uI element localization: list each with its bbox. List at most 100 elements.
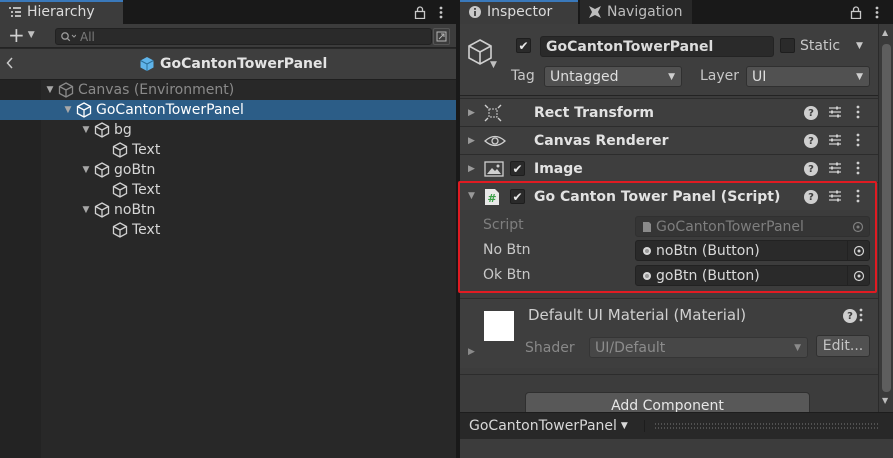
component-image[interactable]: ▶ ✔ Image ?	[460, 154, 878, 182]
tab-hierarchy-label: Hierarchy	[27, 4, 95, 20]
scroll-down-icon[interactable]: ▼	[882, 396, 888, 405]
prefab-title: GoCantonTowerPanel	[139, 56, 327, 72]
chevron-down-icon: ▼	[27, 30, 35, 40]
preset-icon[interactable]	[828, 161, 842, 175]
fold-arrow-icon[interactable]: ▶	[468, 164, 475, 174]
tree-row[interactable]: ▼ goBtn	[0, 160, 456, 180]
fold-arrow-icon[interactable]: ▶	[468, 108, 475, 118]
tree-row-label: GoCantonTowerPanel	[96, 102, 244, 118]
fold-arrow-icon[interactable]: ▶	[468, 136, 475, 146]
tree-row[interactable]: ▼ noBtn	[0, 200, 456, 220]
edit-shader-button[interactable]: Edit...	[816, 335, 870, 357]
tab-navigation[interactable]: Navigation	[580, 0, 692, 24]
shader-value: UI/Default	[595, 339, 666, 356]
component-canvas-renderer[interactable]: ▶ Canvas Renderer ?	[460, 126, 878, 154]
tab-inspector[interactable]: Inspector	[460, 0, 578, 24]
material-help-icon[interactable]: ?	[843, 309, 857, 323]
inspector-panel: Inspector Navigation ▼ ✔ GoCantonTowerPa…	[458, 0, 893, 458]
material-more-icon[interactable]	[859, 308, 863, 322]
preset-icon[interactable]	[828, 105, 842, 119]
no-btn-field[interactable]: noBtn (Button)	[635, 240, 870, 261]
object-dot-icon	[642, 246, 652, 256]
component-more-icon[interactable]	[856, 133, 860, 147]
more-vertical-icon[interactable]	[434, 4, 448, 20]
tree-row[interactable]: ▼ GoCantonTowerPanel	[0, 100, 456, 120]
static-checkbox[interactable]	[780, 38, 795, 53]
component-title: Canvas Renderer	[534, 133, 669, 149]
back-chevron-icon[interactable]	[6, 57, 14, 69]
object-name-field[interactable]: GoCantonTowerPanel	[540, 36, 774, 57]
component-rect-transform[interactable]: ▶ Rect Transform ?	[460, 98, 878, 126]
help-icon[interactable]: ?	[804, 162, 818, 176]
object-dot-icon	[642, 271, 652, 281]
no-btn-label: No Btn	[483, 242, 531, 258]
prefab-scene-bar: GoCantonTowerPanel	[0, 49, 456, 80]
expand-arrow-icon[interactable]: ▼	[44, 84, 56, 96]
icon-dropdown-chevron-icon[interactable]: ▼	[490, 60, 497, 70]
help-icon[interactable]: ?	[804, 106, 818, 120]
object-picker-icon	[847, 217, 869, 236]
image-icon	[484, 160, 504, 178]
gameobject-cube-icon	[94, 162, 110, 178]
tree-row[interactable]: ▼ bg	[0, 120, 456, 140]
preset-icon[interactable]	[828, 133, 842, 147]
tab-inspector-label: Inspector	[487, 4, 553, 20]
list-icon	[8, 6, 22, 18]
layer-dropdown[interactable]: UI ▼	[746, 66, 870, 87]
help-icon[interactable]: ?	[804, 134, 818, 148]
tree-row[interactable]: Text	[0, 140, 456, 160]
active-checkbox[interactable]: ✔	[516, 38, 531, 53]
component-more-icon[interactable]	[856, 105, 860, 119]
lock-icon[interactable]	[413, 4, 427, 20]
static-dropdown-icon[interactable]: ▼	[856, 41, 863, 51]
tab-hierarchy[interactable]: Hierarchy	[0, 0, 123, 24]
expand-arrow-icon[interactable]: ▼	[80, 164, 92, 176]
tree-row[interactable]: Text	[0, 220, 456, 240]
material-fold-icon[interactable]: ▶	[468, 347, 475, 357]
object-picker-icon[interactable]	[847, 266, 869, 285]
shader-label: Shader	[525, 340, 575, 356]
no-btn-value: noBtn (Button)	[656, 242, 760, 259]
script-label: Script	[483, 217, 524, 233]
tree-row[interactable]: Text	[0, 180, 456, 200]
gameobject-header: ▼ ✔ GoCantonTowerPanel Static ▼ Tag Unta…	[460, 24, 878, 96]
shader-dropdown-icon: ▼	[794, 342, 801, 353]
tree-row[interactable]: ▼ Canvas (Environment)	[0, 80, 456, 100]
search-icon	[60, 31, 76, 42]
scroll-up-icon[interactable]: ▲	[882, 28, 888, 37]
image-enabled-checkbox[interactable]: ✔	[510, 161, 525, 176]
inspector-lock-icon[interactable]	[849, 4, 863, 20]
footer-object-dropdown[interactable]: GoCantonTowerPanel ▼	[469, 418, 628, 434]
scroll-thumb[interactable]	[882, 44, 891, 392]
expand-arrow-icon[interactable]: ▼	[62, 104, 74, 116]
tag-dropdown[interactable]: Untagged ▼	[544, 66, 682, 87]
scene-view-toggle-icon[interactable]	[433, 28, 450, 45]
component-more-icon[interactable]	[856, 161, 860, 175]
prefab-title-label: GoCantonTowerPanel	[160, 56, 328, 72]
search-input[interactable]	[80, 29, 420, 44]
script-enabled-checkbox[interactable]: ✔	[510, 189, 525, 204]
hierarchy-search[interactable]	[55, 28, 432, 45]
ok-btn-field[interactable]: goBtn (Button)	[635, 265, 870, 286]
fold-arrow-icon[interactable]: ▼	[468, 191, 475, 201]
tree-row-label: Canvas (Environment)	[78, 82, 235, 98]
tree-row-label: Text	[132, 182, 161, 198]
gameobject-cube-icon	[112, 182, 128, 198]
inspector-more-icon[interactable]	[870, 4, 884, 20]
preset-icon[interactable]	[828, 189, 842, 203]
component-title: Image	[534, 161, 583, 177]
gameobject-cube-icon	[94, 122, 110, 138]
footer-dropdown-icon: ▼	[620, 421, 628, 431]
static-label: Static	[800, 38, 841, 54]
component-more-icon[interactable]	[856, 189, 860, 203]
tab-navigation-label: Navigation	[607, 4, 683, 20]
component-script[interactable]: ▼ # ✔ Go Canton Tower Panel (Script) ?	[460, 182, 878, 210]
expand-arrow-icon[interactable]: ▼	[80, 124, 92, 136]
footer-resize-handle[interactable]	[644, 420, 888, 432]
object-picker-icon[interactable]	[847, 241, 869, 260]
add-component-button[interactable]: Add Component	[525, 392, 810, 412]
inspector-scrollbar[interactable]: ▲ ▼	[878, 24, 893, 412]
expand-arrow-icon[interactable]: ▼	[80, 204, 92, 216]
add-menu-button[interactable]: + ▼	[8, 25, 35, 45]
help-icon[interactable]: ?	[804, 190, 818, 204]
